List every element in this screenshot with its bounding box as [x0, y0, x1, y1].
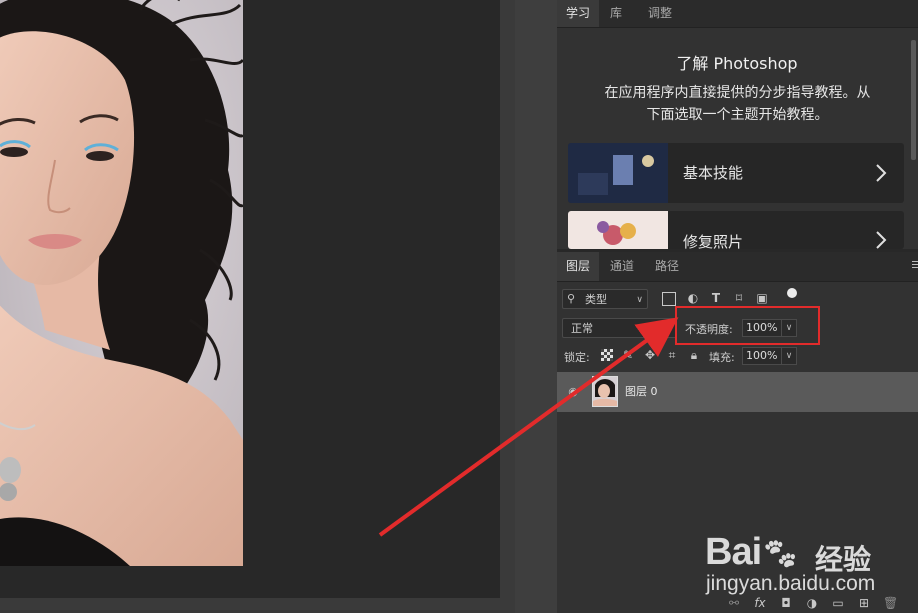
- baidu-watermark-logo: Bai🐾︎: [705, 531, 799, 574]
- watermark-url: jingyan.baidu.com: [706, 572, 876, 595]
- paw-icon: 🐾︎: [761, 538, 799, 571]
- watermark-brand: Bai: [705, 531, 762, 573]
- annotation-arrow: [378, 317, 679, 537]
